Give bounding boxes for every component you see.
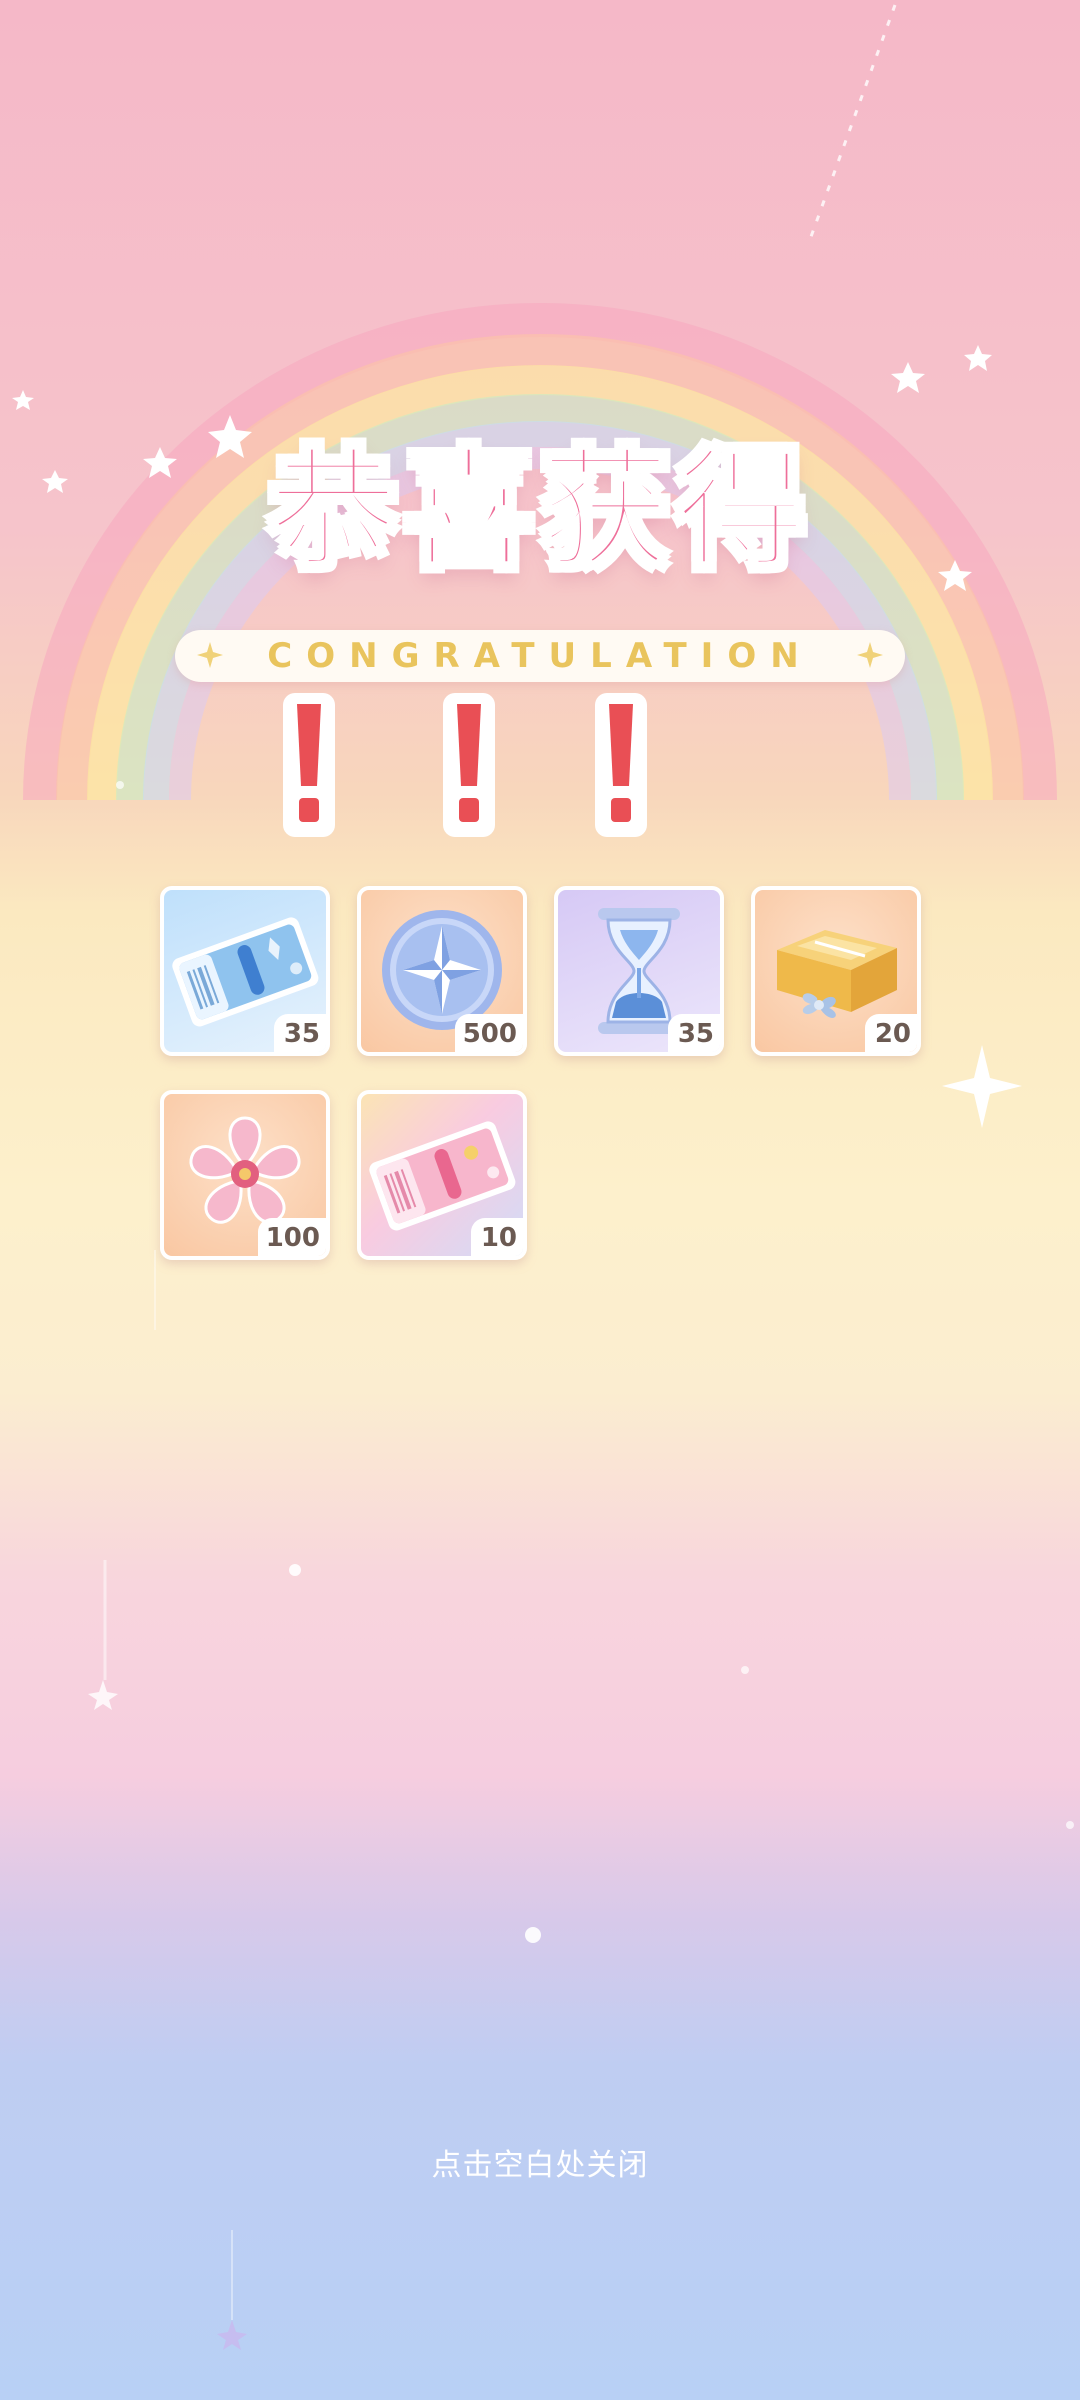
sparkle-icon — [857, 642, 883, 668]
exclamation-mark — [283, 693, 335, 837]
item-quantity: 500 — [462, 1019, 517, 1049]
congratulation-text: CONGRATULATION — [267, 636, 813, 676]
reward-title: 恭喜获得 — [266, 432, 812, 588]
reward-item-blue-ticket[interactable]: 35 — [160, 886, 330, 1056]
reward-item-star-coin[interactable]: 500 — [357, 886, 527, 1056]
item-quantity: 100 — [265, 1223, 320, 1253]
quantity-badge: 20 — [865, 1014, 917, 1052]
title-banner: 恭喜获得 — [160, 420, 920, 620]
congratulation-banner: CONGRATULATION — [175, 630, 905, 682]
item-quantity: 10 — [480, 1223, 517, 1253]
sparkle-icon — [197, 642, 223, 668]
reward-item-gift-box[interactable]: 20 — [751, 886, 921, 1056]
quantity-badge: 100 — [257, 1218, 326, 1256]
quantity-badge: 10 — [471, 1218, 523, 1256]
item-quantity: 35 — [283, 1019, 320, 1049]
reward-item-pink-ticket[interactable]: 10 — [357, 1090, 527, 1260]
item-quantity: 20 — [874, 1019, 911, 1049]
close-hint[interactable]: 点击空白处关闭 — [0, 2140, 1080, 2184]
exclamation-mark — [595, 693, 647, 837]
reward-item-sakura-flower[interactable]: 100 — [160, 1090, 330, 1260]
reward-popup[interactable]: { "title": "恭喜获得", "subtitle": "CONGRATU… — [0, 0, 1080, 2400]
quantity-badge: 500 — [454, 1014, 523, 1052]
quantity-badge: 35 — [274, 1014, 326, 1052]
quantity-badge: 35 — [668, 1014, 720, 1052]
reward-item-hourglass[interactable]: 35 — [554, 886, 724, 1056]
exclamation-mark — [443, 693, 495, 837]
exclamation-row — [280, 690, 660, 840]
item-quantity: 35 — [677, 1019, 714, 1049]
